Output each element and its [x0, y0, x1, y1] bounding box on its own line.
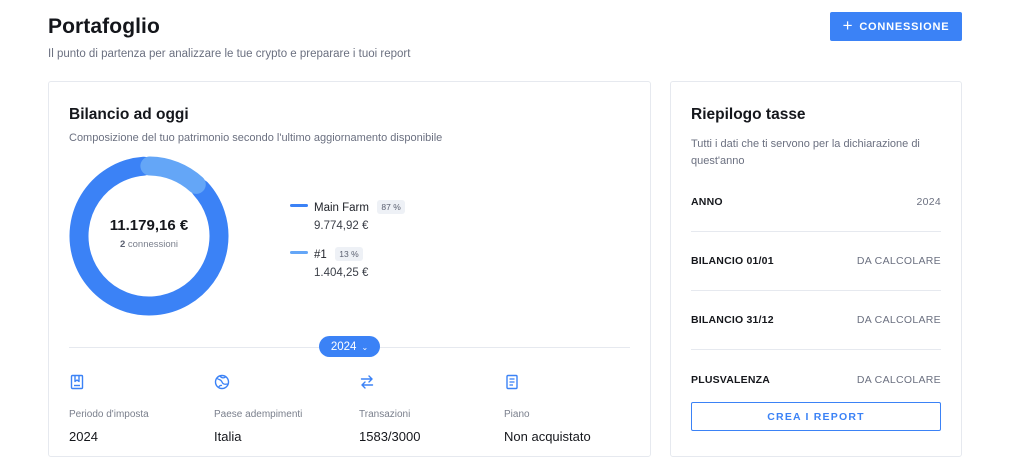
connections-number: 2	[119, 239, 126, 250]
legend-swatch	[290, 204, 308, 207]
transfer-arrows-icon	[360, 375, 374, 389]
chevron-down-icon: ⌄	[361, 342, 369, 352]
legend-percent-badge: 87 %	[377, 200, 405, 214]
globe-icon	[214, 374, 230, 390]
tax-row-value: DA CALCOLARE	[856, 314, 941, 326]
tax-row-key: BILANCIO 01/01	[691, 255, 774, 267]
connections-label: connessioni	[127, 239, 179, 250]
stat-label: Piano	[504, 409, 530, 420]
plus-icon: +	[842, 16, 854, 35]
stat-label: Periodo d'imposta	[69, 409, 149, 420]
tax-row-key: BILANCIO 31/12	[691, 314, 774, 326]
stat-country: Paese adempimenti Italia	[214, 374, 354, 444]
legend-item-main-farm[interactable]: Main Farm 87 % 9.774,92 €	[290, 198, 405, 232]
tax-row-value: DA CALCOLARE	[856, 373, 941, 386]
legend-value: 9.774,92 €	[314, 220, 369, 232]
connections-count: 2 connessioni	[69, 239, 229, 250]
tax-row-key: ANNO	[691, 196, 723, 208]
stat-transactions: Transazioni 1583/3000	[359, 374, 499, 444]
create-report-button[interactable]: CREA I REPORT	[691, 402, 941, 431]
stat-tax-period: Periodo d'imposta 2024	[69, 374, 209, 444]
donut-slice-1[interactable]	[140, 156, 206, 194]
stat-value: 1583/3000	[359, 429, 421, 444]
tax-row-value: 2024	[916, 196, 941, 208]
balance-card: Bilancio ad oggi Composizione del tuo pa…	[48, 81, 651, 457]
tax-row-key: PLUSVALENZA	[691, 373, 771, 386]
legend-swatch	[290, 251, 308, 254]
balance-title: Bilancio ad oggi	[69, 106, 189, 123]
donut-center: 11.179,16 € 2 connessioni	[69, 217, 229, 250]
stat-label: Paese adempimenti	[214, 409, 303, 420]
tax-title: Riepilogo tasse	[691, 106, 806, 123]
legend-name: Main Farm	[314, 202, 369, 214]
legend-name: #1	[314, 249, 327, 261]
legend-value: 1.404,25 €	[314, 267, 369, 279]
stats-row: Periodo d'imposta 2024 Paese adempimenti…	[69, 374, 649, 444]
stat-value: 2024	[69, 429, 98, 444]
tax-rows: ANNO 2024 BILANCIO 01/01 DA CALCOLARE BI…	[691, 173, 941, 409]
tax-row-value: DA CALCOLARE	[856, 255, 941, 267]
tax-description: Tutti i dati che ti servono per la dichi…	[691, 138, 920, 167]
tax-row-balance-start: BILANCIO 01/01 DA CALCOLARE	[691, 232, 941, 291]
bookmark-icon	[70, 374, 84, 390]
year-selector[interactable]: 2024 ⌄	[319, 336, 380, 357]
balance-total: 11.179,16 €	[109, 217, 189, 234]
tax-row-year: ANNO 2024	[691, 173, 941, 232]
stat-label: Transazioni	[359, 409, 411, 420]
add-connection-label: CONNESSIONE	[859, 20, 950, 33]
balance-description: Composizione del tuo patrimonio secondo …	[69, 132, 443, 144]
legend-item-1[interactable]: #1 13 % 1.404,25 €	[290, 245, 405, 279]
stat-plan: Piano Non acquistato	[504, 374, 644, 444]
chart-legend: Main Farm 87 % 9.774,92 € #1 13 % 1.404,…	[290, 198, 405, 292]
balance-header: Bilancio ad oggi Composizione del tuo pa…	[69, 106, 442, 147]
page-header: Portafoglio Il punto di partenza per ana…	[48, 12, 962, 64]
add-connection-button[interactable]: + CONNESSIONE	[830, 12, 962, 41]
tax-row-capital-gain: PLUSVALENZA DA CALCOLARE	[691, 350, 941, 409]
stat-value: Italia	[214, 429, 242, 444]
page-subtitle: Il punto di partenza per analizzare le t…	[48, 48, 411, 60]
tax-header: Riepilogo tasse Tutti i dati che ti serv…	[691, 106, 941, 170]
stat-value: Non acquistato	[504, 429, 591, 444]
legend-percent-badge: 13 %	[335, 247, 363, 261]
tax-row-balance-end: BILANCIO 31/12 DA CALCOLARE	[691, 291, 941, 350]
page-title: Portafoglio	[48, 15, 160, 38]
balance-donut-chart: 11.179,16 € 2 connessioni	[69, 156, 229, 316]
document-icon	[506, 374, 518, 390]
year-selector-value: 2024	[330, 340, 357, 353]
tax-summary-card: Riepilogo tasse Tutti i dati che ti serv…	[670, 81, 962, 457]
